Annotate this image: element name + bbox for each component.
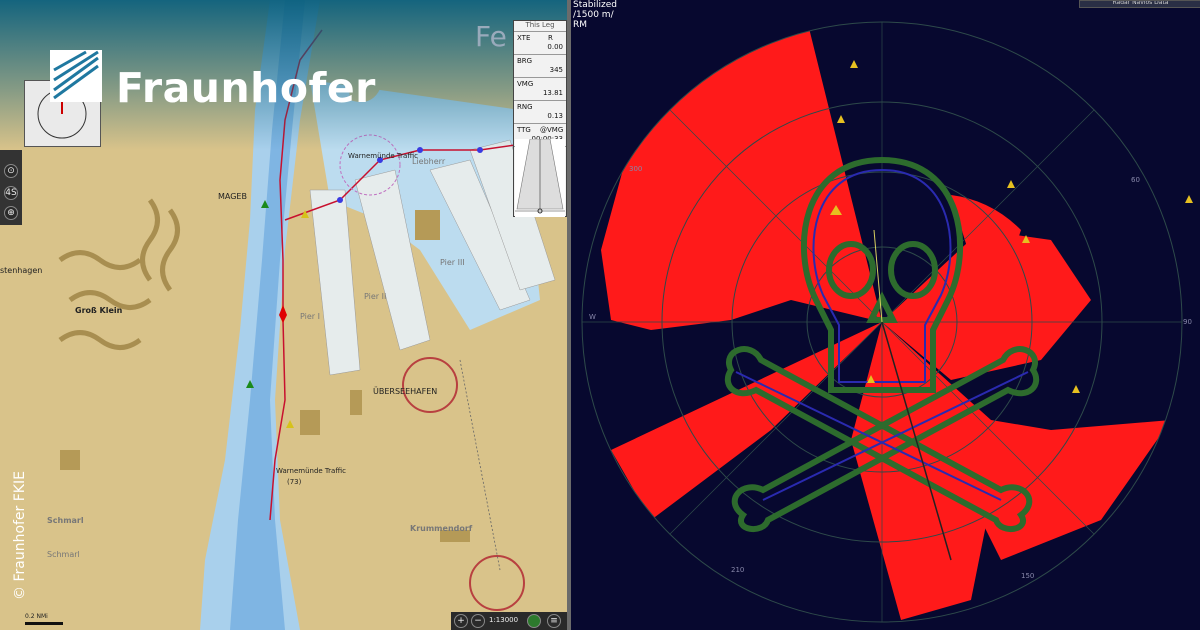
map-label: Groß Klein — [75, 306, 123, 315]
leg-row-rng: RNG 0.13 — [514, 101, 566, 124]
building — [300, 410, 320, 435]
map-label: Pier II — [364, 292, 387, 301]
leg-panel-title: This Leg — [514, 21, 566, 32]
left-toolbar: 4S ⊙ ⊕ — [0, 150, 22, 225]
bottom-toolbar: + − 1:13000 ≡ — [451, 612, 567, 630]
nautical-chart-pane[interactable]: 4S ⊙ ⊕ Fraunhofer MAGEB Groß Klein stenh… — [0, 0, 567, 630]
zoom-in-button[interactable]: + — [454, 614, 468, 628]
radar-mode-2: /1500 m/ — [573, 10, 614, 20]
leg-info-panel: This Leg XTE R 0.00 BRG 345 VMG 13.81 RN… — [513, 20, 567, 217]
leg-key: VMG — [517, 80, 534, 88]
map-label: Pier III — [440, 258, 465, 267]
layers-icon[interactable] — [527, 614, 541, 628]
map-label: stenhagen — [0, 266, 43, 275]
map-label: Warnemünde Traffic — [348, 152, 418, 160]
leg-key: TTG — [517, 126, 531, 134]
tool-button-2[interactable]: ⊙ — [4, 164, 18, 178]
scale-bar — [25, 622, 63, 625]
bearing-label: 60 — [1131, 176, 1140, 184]
brand-name: Fraunhofer — [116, 64, 376, 112]
map-label: Pier I — [300, 312, 320, 321]
leg-key: BRG — [517, 57, 533, 65]
bearing-label: 210 — [731, 566, 745, 574]
leg-row-vmg: VMG 13.81 — [514, 78, 566, 101]
scale-readout: 1:13000 — [489, 616, 519, 624]
zoom-out-button[interactable]: − — [471, 614, 485, 628]
leg-row-xte: XTE R 0.00 — [514, 32, 566, 55]
building — [350, 390, 362, 415]
map-label: Krummendorf — [410, 524, 473, 533]
bearing-label: 90 — [1183, 318, 1192, 326]
radar-pane[interactable]: Stabilized /1500 m/ RM 60 W 210 150 300 … — [571, 0, 1200, 630]
menu-button[interactable]: ≡ — [547, 614, 561, 628]
map-label: Schmarl — [47, 516, 84, 525]
map-label: MAGEB — [218, 192, 247, 201]
map-label: Fe — [475, 20, 507, 53]
tool-button-1[interactable]: 4S — [4, 186, 18, 200]
bearing-label: 150 — [1021, 572, 1035, 580]
leg-side: @VMG — [540, 126, 564, 134]
radar-canvas[interactable] — [571, 0, 1200, 630]
building — [415, 210, 440, 240]
scale-bar-label: 0.2 NMi — [25, 613, 48, 620]
map-label: ÜBERSEEHAFEN — [373, 387, 438, 396]
bearing-label: W — [589, 313, 596, 321]
leg-key: XTE — [517, 34, 531, 42]
leg-value: 13.81 — [542, 89, 563, 97]
bearing-label: 300 — [629, 165, 643, 173]
radar-mode-3: RM — [573, 20, 588, 30]
leg-value: 0.00 — [547, 43, 563, 51]
tool-button-3[interactable]: ⊕ — [4, 206, 18, 220]
building — [60, 450, 80, 470]
leg-value: 345 — [549, 66, 563, 74]
leg-value: 0.13 — [547, 112, 563, 120]
radar-mode-1: Stabilized — [573, 0, 617, 10]
copyright-notice: © Fraunhofer FKIE — [12, 471, 28, 600]
map-label: (73) — [287, 478, 302, 486]
fraunhofer-logo-icon — [50, 50, 102, 102]
leg-key: RNG — [517, 103, 533, 111]
leg-graph — [515, 139, 565, 217]
top-tab[interactable]: Radar Navios Data — [1079, 0, 1200, 8]
map-label: Schmarl — [47, 550, 80, 559]
waypoint[interactable] — [337, 197, 343, 203]
leg-side: R — [548, 34, 553, 42]
leg-row-brg: BRG 345 — [514, 55, 566, 78]
map-label: Warnemünde Traffic — [276, 467, 346, 475]
